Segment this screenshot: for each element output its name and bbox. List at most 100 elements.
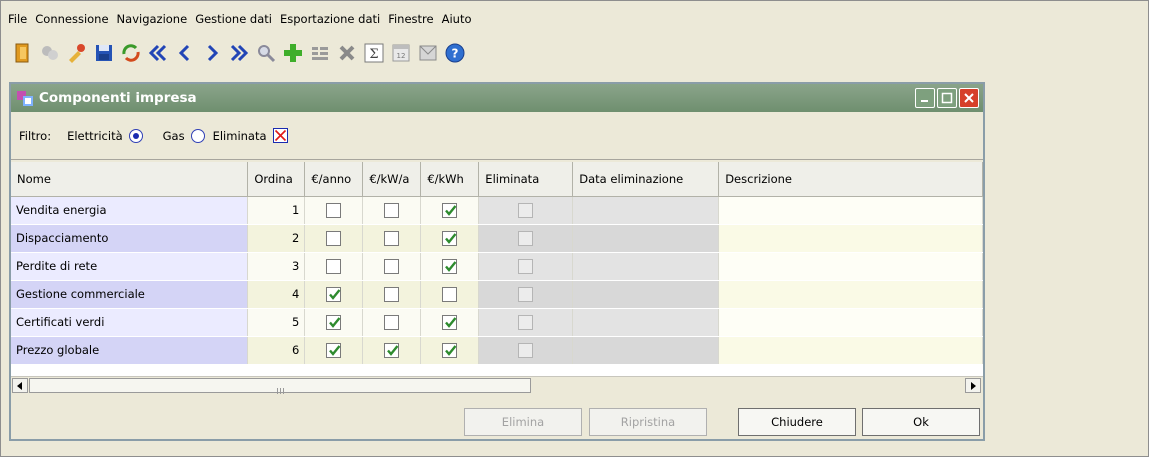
anno-checkbox[interactable]: [326, 230, 342, 246]
menu-connessione[interactable]: Connessione: [31, 12, 112, 26]
kwh-checkbox[interactable]: [442, 230, 458, 246]
menu-bar: File Connessione Navigazione Gestione da…: [5, 9, 1145, 29]
scroll-right-icon[interactable]: [965, 378, 981, 393]
filter-gas-radio[interactable]: [190, 128, 205, 143]
filter-eliminata-checkbox[interactable]: [272, 128, 288, 143]
scrollbar-thumb[interactable]: [29, 378, 531, 394]
scroll-left-icon[interactable]: [12, 378, 28, 393]
menu-finestre[interactable]: Finestre: [384, 12, 437, 26]
cell-ordina[interactable]: 6: [247, 336, 306, 365]
cell-ordina[interactable]: 2: [247, 224, 306, 253]
window-titlebar[interactable]: Componenti impresa: [11, 84, 983, 112]
eliminata-checkbox: [518, 202, 534, 218]
table-row[interactable]: Certificati verdi 5: [11, 308, 983, 337]
col-header-euro-anno[interactable]: €/anno: [304, 162, 364, 197]
tools-icon[interactable]: [64, 40, 90, 66]
cell-anno: [304, 196, 364, 225]
envelope-icon[interactable]: [415, 40, 441, 66]
filter-elettricita-radio[interactable]: [128, 128, 143, 143]
table-row[interactable]: Dispacciamento 2: [11, 224, 983, 253]
cell-nome[interactable]: Vendita energia: [11, 196, 249, 225]
ok-button[interactable]: Ok: [862, 408, 980, 436]
table-row[interactable]: Prezzo globale 6: [11, 336, 983, 365]
toolbar: Σ 12 ?: [10, 38, 1145, 68]
cell-descrizione[interactable]: [718, 308, 983, 337]
kwa-checkbox[interactable]: [384, 258, 400, 274]
cell-ordina[interactable]: 3: [247, 252, 306, 281]
insert-rows-icon[interactable]: [307, 40, 333, 66]
cell-nome[interactable]: Dispacciamento: [11, 224, 249, 253]
cell-nome[interactable]: Certificati verdi: [11, 308, 249, 337]
kwa-checkbox[interactable]: [384, 286, 400, 302]
window-title: Componenti impresa: [39, 90, 197, 106]
save-icon[interactable]: [91, 40, 117, 66]
last-record-icon[interactable]: [226, 40, 252, 66]
maximize-icon[interactable]: [937, 88, 957, 108]
add-icon[interactable]: [280, 40, 306, 66]
chiudere-button[interactable]: Chiudere: [738, 408, 856, 436]
menu-aiuto[interactable]: Aiuto: [438, 12, 476, 26]
minimize-icon[interactable]: [915, 88, 935, 108]
cell-descrizione[interactable]: [718, 224, 983, 253]
exit-icon[interactable]: [10, 40, 36, 66]
col-header-nome[interactable]: Nome: [11, 162, 249, 197]
previous-record-icon[interactable]: [172, 40, 198, 66]
cell-ordina[interactable]: 1: [247, 196, 306, 225]
cell-data-eliminazione: [572, 308, 720, 337]
cell-kwa: [362, 224, 422, 253]
kwa-checkbox[interactable]: [384, 202, 400, 218]
col-header-ordina[interactable]: Ordina: [247, 162, 306, 197]
kwh-checkbox[interactable]: [442, 314, 458, 330]
table-row[interactable]: Perdite di rete 3: [11, 252, 983, 281]
cell-descrizione[interactable]: [718, 336, 983, 365]
cell-descrizione[interactable]: [718, 252, 983, 281]
cell-descrizione[interactable]: [718, 196, 983, 225]
menu-file[interactable]: File: [5, 12, 31, 26]
cell-nome[interactable]: Perdite di rete: [11, 252, 249, 281]
menu-esportazione-dati[interactable]: Esportazione dati: [276, 12, 384, 26]
recycle-icon[interactable]: [118, 40, 144, 66]
menu-gestione-dati[interactable]: Gestione dati: [191, 12, 276, 26]
cell-ordina[interactable]: 5: [247, 308, 306, 337]
kwh-checkbox[interactable]: [442, 286, 458, 302]
table-row[interactable]: Gestione commerciale 4: [11, 280, 983, 309]
calendar-icon[interactable]: 12: [388, 40, 414, 66]
anno-checkbox[interactable]: [326, 258, 342, 274]
cell-data-eliminazione: [572, 252, 720, 281]
col-header-eliminata[interactable]: Eliminata: [478, 162, 574, 197]
kwa-checkbox[interactable]: [384, 230, 400, 246]
cell-nome[interactable]: Gestione commerciale: [11, 280, 249, 309]
anno-checkbox[interactable]: [326, 286, 342, 302]
col-header-euro-kwh[interactable]: €/kWh: [420, 162, 480, 197]
kwh-checkbox[interactable]: [442, 202, 458, 218]
refresh-data-icon[interactable]: [37, 40, 63, 66]
delete-icon[interactable]: [334, 40, 360, 66]
kwa-checkbox[interactable]: [384, 314, 400, 330]
first-record-icon[interactable]: [145, 40, 171, 66]
kwh-checkbox[interactable]: [442, 342, 458, 358]
anno-checkbox[interactable]: [326, 314, 342, 330]
kwa-checkbox[interactable]: [384, 342, 400, 358]
kwh-checkbox[interactable]: [442, 258, 458, 274]
search-icon[interactable]: [253, 40, 279, 66]
elimina-button[interactable]: Elimina: [464, 408, 582, 436]
col-header-data-eliminazione[interactable]: Data eliminazione: [572, 162, 720, 197]
next-record-icon[interactable]: [199, 40, 225, 66]
cell-kwh: [420, 252, 480, 281]
cell-ordina[interactable]: 4: [247, 280, 306, 309]
help-icon[interactable]: ?: [442, 40, 468, 66]
sum-icon[interactable]: Σ: [361, 40, 387, 66]
horizontal-scrollbar[interactable]: [11, 376, 983, 394]
col-header-descrizione[interactable]: Descrizione: [718, 162, 983, 197]
anno-checkbox[interactable]: [326, 342, 342, 358]
cell-descrizione[interactable]: [718, 280, 983, 309]
close-icon[interactable]: [959, 88, 979, 108]
ripristina-button[interactable]: Ripristina: [589, 408, 707, 436]
componenti-impresa-window: Componenti impresa Filtro: Elettricità G…: [9, 82, 985, 441]
cell-kwh: [420, 336, 480, 365]
table-row[interactable]: Vendita energia 1: [11, 196, 983, 225]
anno-checkbox[interactable]: [326, 202, 342, 218]
cell-nome[interactable]: Prezzo globale: [11, 336, 249, 365]
menu-navigazione[interactable]: Navigazione: [113, 12, 192, 26]
col-header-euro-kwa[interactable]: €/kW/a: [362, 162, 422, 197]
